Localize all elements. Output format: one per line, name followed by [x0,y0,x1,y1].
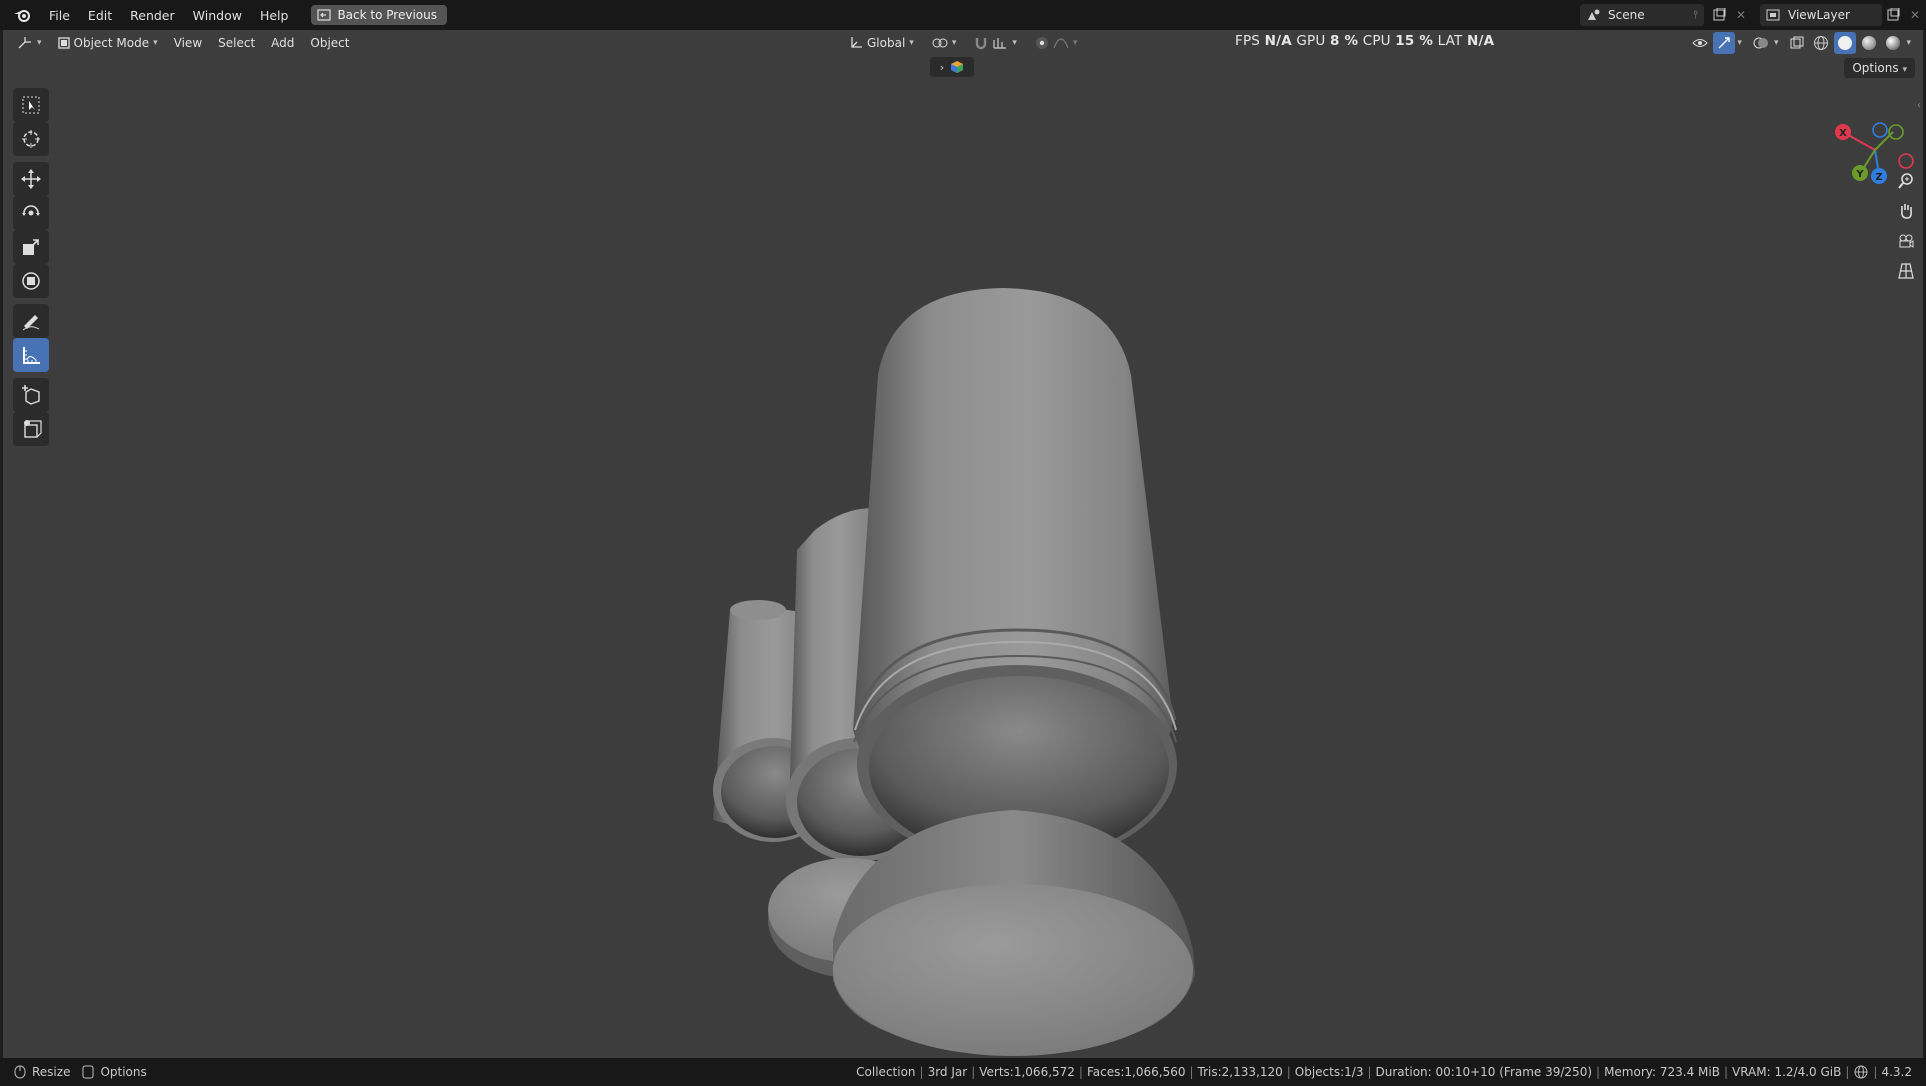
options-hint-icon [82,1065,94,1079]
blender-version: 4.3.2 [1881,1065,1912,1079]
hand-icon [1901,204,1912,219]
y-axis-label: Y [1855,169,1864,180]
verts-count: Verts:1,066,572 [979,1065,1075,1079]
top-menu-bar: File Edit Render Window Help Back to Pre… [0,0,1926,30]
duration-info: Duration: 00:10+10 (Frame 39/250) [1375,1065,1593,1079]
menu-render[interactable]: Render [121,8,184,23]
hint-resize: Resize [32,1065,71,1079]
delete-scene-icon[interactable]: ✕ [1730,4,1752,26]
zoom-button[interactable] [1893,168,1919,194]
back-to-previous-button[interactable]: Back to Previous [311,5,447,25]
neg-x-axis-icon [1898,153,1914,169]
camera-icon [1899,234,1914,248]
view-layer-name: ViewLayer [1788,8,1850,22]
3d-scene[interactable] [3,30,1923,1058]
zoom-icon [1898,173,1913,189]
pan-button[interactable] [1893,198,1919,224]
status-left-hints: Resize Options [14,1065,147,1079]
menu-window[interactable]: Window [184,8,251,23]
objects-count: Objects:1/3 [1294,1065,1364,1079]
perspective-toggle-button[interactable] [1893,258,1919,284]
neg-z-axis-icon [1872,122,1888,138]
jar-main[interactable] [853,288,1177,865]
collection-name: Collection [856,1065,916,1079]
faces-count: Faces:1,066,560 [1086,1065,1186,1079]
menu-edit[interactable]: Edit [79,8,121,23]
back-to-previous-label: Back to Previous [337,8,437,22]
memory-usage: Memory: 723.4 MiB [1604,1065,1720,1079]
back-icon [317,9,332,21]
grid-perspective-icon [1898,263,1914,279]
sidebar-toggle-icon[interactable]: ‹ [1917,100,1921,111]
delete-view-layer-icon[interactable]: ✕ [1904,4,1926,26]
vram-usage: VRAM: 1.2/4.0 GiB [1731,1065,1842,1079]
x-axis-label: X [1839,128,1847,139]
3d-viewport[interactable]: ▾ Object Mode ▾ View Select Add Object G… [3,30,1923,1058]
menu-file[interactable]: File [40,8,79,23]
scene-icon [1588,9,1600,20]
camera-view-button[interactable] [1893,228,1919,254]
top-right-controls: Scene ⫯ ✕ ViewLayer ✕ [1580,0,1926,30]
new-view-layer-icon[interactable] [1882,4,1904,26]
hint-options: Options [100,1065,147,1079]
tris-count: Tris:2,133,120 [1197,1065,1283,1079]
blender-logo-icon[interactable] [12,5,32,25]
scene-name: Scene [1608,8,1645,22]
menu-help[interactable]: Help [251,8,298,23]
status-bar: Resize Options Collection | 3rd Jar | Vert… [0,1058,1926,1086]
scene-selector[interactable]: Scene ⫯ [1580,4,1704,26]
globe-icon [1854,1065,1868,1079]
pin-icon[interactable]: ⫯ [1693,8,1698,22]
active-object-name: 3rd Jar [927,1065,968,1079]
view-layer-icon [1766,9,1780,21]
new-scene-icon[interactable] [1708,4,1730,26]
mouse-icon [14,1065,26,1079]
neg-y-axis-icon [1888,124,1904,140]
status-stats: Collection | 3rd Jar | Verts:1,066,572 | Fa… [856,1065,1912,1079]
z-axis-label: Z [1875,172,1882,183]
view-layer-selector[interactable]: ViewLayer [1760,4,1882,26]
